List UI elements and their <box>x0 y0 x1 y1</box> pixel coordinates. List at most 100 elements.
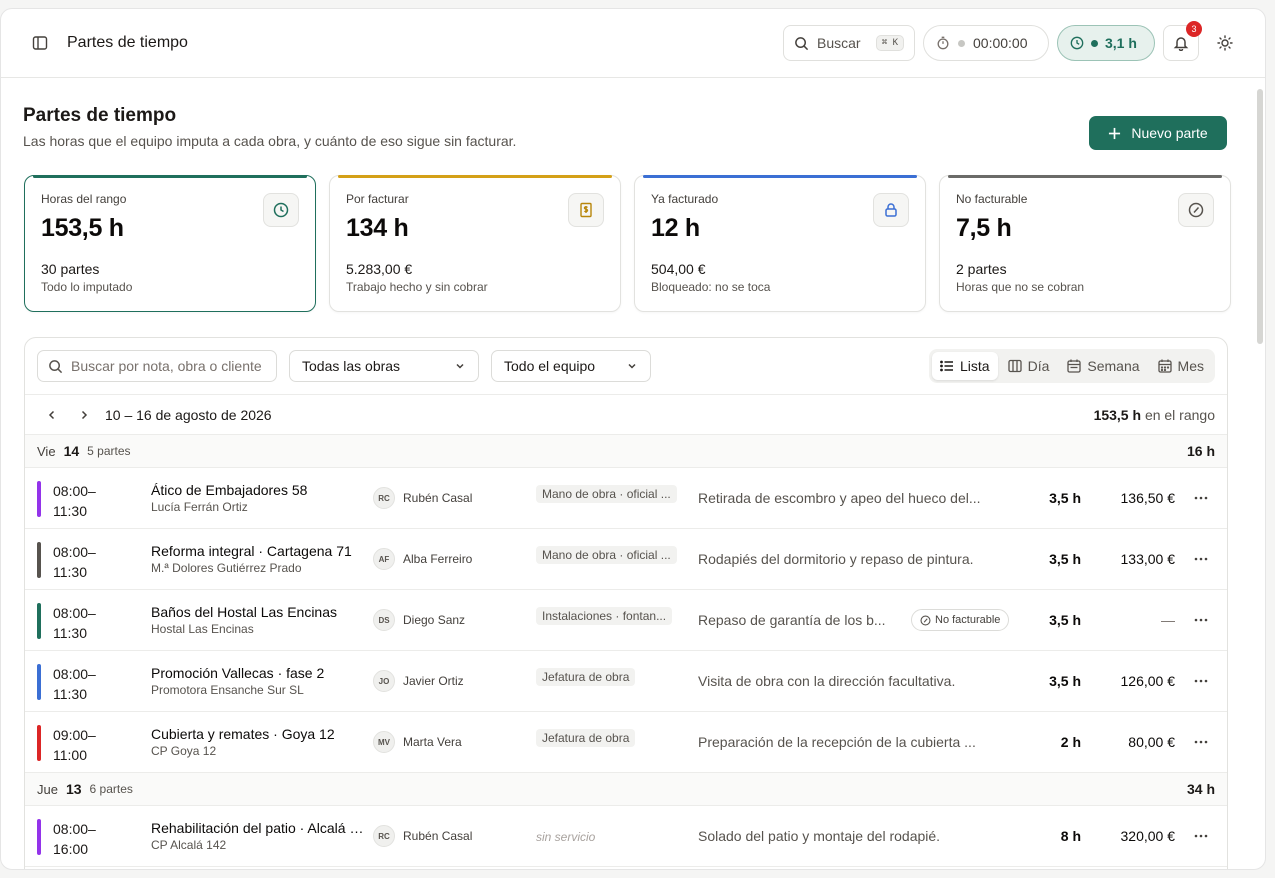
service-tag: sin servicio <box>536 830 596 844</box>
entry-project: Reforma integral · Cartagena 71 M.ª Dolo… <box>151 543 367 575</box>
stat-card-invoiced[interactable]: Ya facturado 12 h 504,00 € Bloqueado: no… <box>634 175 926 312</box>
row-more-button[interactable] <box>1191 671 1211 691</box>
row-more-button[interactable] <box>1191 826 1211 846</box>
entry-project: Promoción Vallecas · fase 2 Promotora En… <box>151 665 367 697</box>
card-note: Trabajo hecho y sin cobrar <box>346 280 488 294</box>
entry-note: Retirada de escombro y apeo del hueco de… <box>698 490 981 506</box>
chevron-down-icon <box>628 363 636 369</box>
table-row[interactable]: 08:00– 11:30 Promoción Vallecas · fase 2 … <box>25 651 1227 712</box>
search-icon <box>49 359 63 373</box>
entry-person: JO Javier Ortiz <box>373 670 464 692</box>
more-horizontal-icon <box>1194 618 1208 622</box>
entry-end: 11:30 <box>53 503 87 519</box>
entry-time: 08:00– 11:30 <box>53 481 96 521</box>
table-row[interactable]: 08:00– 16:00 Rehabilitación del patio · A… <box>25 806 1227 867</box>
stat-card-total[interactable]: Horas del rango 153,5 h 30 partes Todo l… <box>24 175 316 312</box>
more-horizontal-icon <box>1194 557 1208 561</box>
entry-hours: 3,5 h <box>1049 612 1081 628</box>
tab-week-label: Semana <box>1087 358 1140 374</box>
more-horizontal-icon <box>1194 679 1208 683</box>
day-weekday: Vie <box>37 443 56 459</box>
entry-project: Ático de Embajadores 58 Lucía Ferrán Ort… <box>151 482 367 514</box>
non-billable-badge: No facturable <box>911 609 1010 631</box>
avatar: RC <box>373 825 395 847</box>
person-name: Javier Ortiz <box>403 674 464 688</box>
more-horizontal-icon <box>1194 834 1208 838</box>
top-bar: Partes de tiempo Buscar ⌘ K 00:00:00 3,1… <box>1 9 1265 78</box>
today-status-dot <box>1091 39 1098 47</box>
new-entry-button[interactable]: Nuevo parte <box>1089 116 1227 150</box>
project-client: Promotora Ensanche Sur SL <box>151 683 304 697</box>
card-value: 12 h <box>651 214 700 242</box>
stat-card-non-billable[interactable]: No facturable 7,5 h 2 partes Horas que n… <box>939 175 1231 312</box>
tab-week[interactable]: Semana <box>1059 352 1147 380</box>
chevron-right-icon <box>81 410 88 419</box>
table-row[interactable]: 09:00– 11:00 Cubierta y remates · Goya 12… <box>25 712 1227 773</box>
entry-note: Solado del patio y montaje del rodapié. <box>698 828 941 844</box>
project-select[interactable]: Todas las obras <box>289 350 479 382</box>
day-number: 13 <box>65 781 82 797</box>
card-foot: 504,00 € <box>651 261 706 277</box>
row-more-button[interactable] <box>1191 488 1211 508</box>
entry-hours: 3,5 h <box>1049 551 1081 567</box>
prev-range-button[interactable] <box>41 404 63 426</box>
range-bar: 10 – 16 de agosto de 2026 153,5 h en el … <box>25 395 1227 435</box>
service-tag: Instalaciones · fontan... <box>536 607 673 625</box>
project-client: M.ª Dolores Gutiérrez Prado <box>151 561 302 575</box>
entry-note: Preparación de la recepción de la cubier… <box>698 734 976 750</box>
tab-day[interactable]: Día <box>1000 352 1058 380</box>
sidebar-toggle-icon[interactable] <box>29 32 51 54</box>
tab-list[interactable]: Lista <box>932 352 998 380</box>
day-total: 16 h <box>1186 443 1215 459</box>
timer-status-dot <box>958 39 965 47</box>
range-label: 10 – 16 de agosto de 2026 <box>105 406 272 423</box>
entry-start: 08:00– <box>53 605 96 621</box>
card-stripe <box>338 175 612 178</box>
service-tag: Mano de obra · oficial ... <box>536 546 677 564</box>
day-count: 5 partes <box>87 444 131 458</box>
theme-toggle-button[interactable] <box>1207 25 1243 61</box>
project-color-stripe <box>37 664 41 700</box>
entry-person: DS Diego Sanz <box>373 609 465 631</box>
card-label: Horas del rango <box>41 192 127 206</box>
entry-project: Baños del Hostal Las Encinas Hostal Las … <box>151 604 367 636</box>
entry-end: 11:30 <box>53 625 87 641</box>
more-horizontal-icon <box>1194 496 1208 500</box>
day-weekday: Jue <box>37 781 58 797</box>
entry-amount: — <box>1161 612 1175 628</box>
stat-card-to-invoice[interactable]: Por facturar 134 h 5.283,00 € Trabajo he… <box>329 175 621 312</box>
table-row[interactable]: 08:00– 11:30 Baños del Hostal Las Encinas… <box>25 590 1227 651</box>
table-row[interactable]: 08:00– 11:30 Ático de Embajadores 58 Lucí… <box>25 468 1227 529</box>
card-stripe <box>948 175 1222 178</box>
team-select[interactable]: Todo el equipo <box>491 350 651 382</box>
next-range-button[interactable] <box>73 404 95 426</box>
page-header: Partes de tiempo Las horas que el equipo… <box>23 105 516 149</box>
row-more-button[interactable] <box>1191 732 1211 752</box>
tab-month[interactable]: Mes <box>1150 352 1212 380</box>
scroll-thumb[interactable] <box>1257 89 1263 344</box>
project-color-stripe <box>37 725 41 761</box>
card-value: 134 h <box>346 214 409 242</box>
entries-search[interactable] <box>37 350 277 382</box>
card-label: Ya facturado <box>651 192 719 206</box>
entries-search-input[interactable] <box>71 358 266 374</box>
avatar: JO <box>373 670 395 692</box>
card-stripe <box>643 175 917 178</box>
notifications-button[interactable]: 3 <box>1163 21 1202 61</box>
day-list: Vie 14 5 partes 16 h 08:00– 11:30 Ático d… <box>25 435 1227 867</box>
today-hours-button[interactable]: 3,1 h <box>1057 25 1155 61</box>
row-more-button[interactable] <box>1191 610 1211 630</box>
timer-button[interactable]: 00:00:00 <box>923 25 1049 61</box>
scrollbar[interactable] <box>1255 79 1263 869</box>
entry-amount: 133,00 € <box>1120 551 1176 567</box>
table-row[interactable]: 08:00– 11:30 Reforma integral · Cartagena… <box>25 529 1227 590</box>
row-more-button[interactable] <box>1191 549 1211 569</box>
global-search-button[interactable]: Buscar ⌘ K <box>783 25 915 61</box>
day-total: 34 h <box>1186 781 1215 797</box>
entry-end: 11:30 <box>53 686 87 702</box>
invoice-icon <box>568 193 604 227</box>
filters-bar: Todas las obras Todo el equipo Lista Día <box>25 338 1227 395</box>
avatar: AF <box>373 548 395 570</box>
search-icon <box>795 36 809 50</box>
entry-start: 08:00– <box>53 544 96 560</box>
